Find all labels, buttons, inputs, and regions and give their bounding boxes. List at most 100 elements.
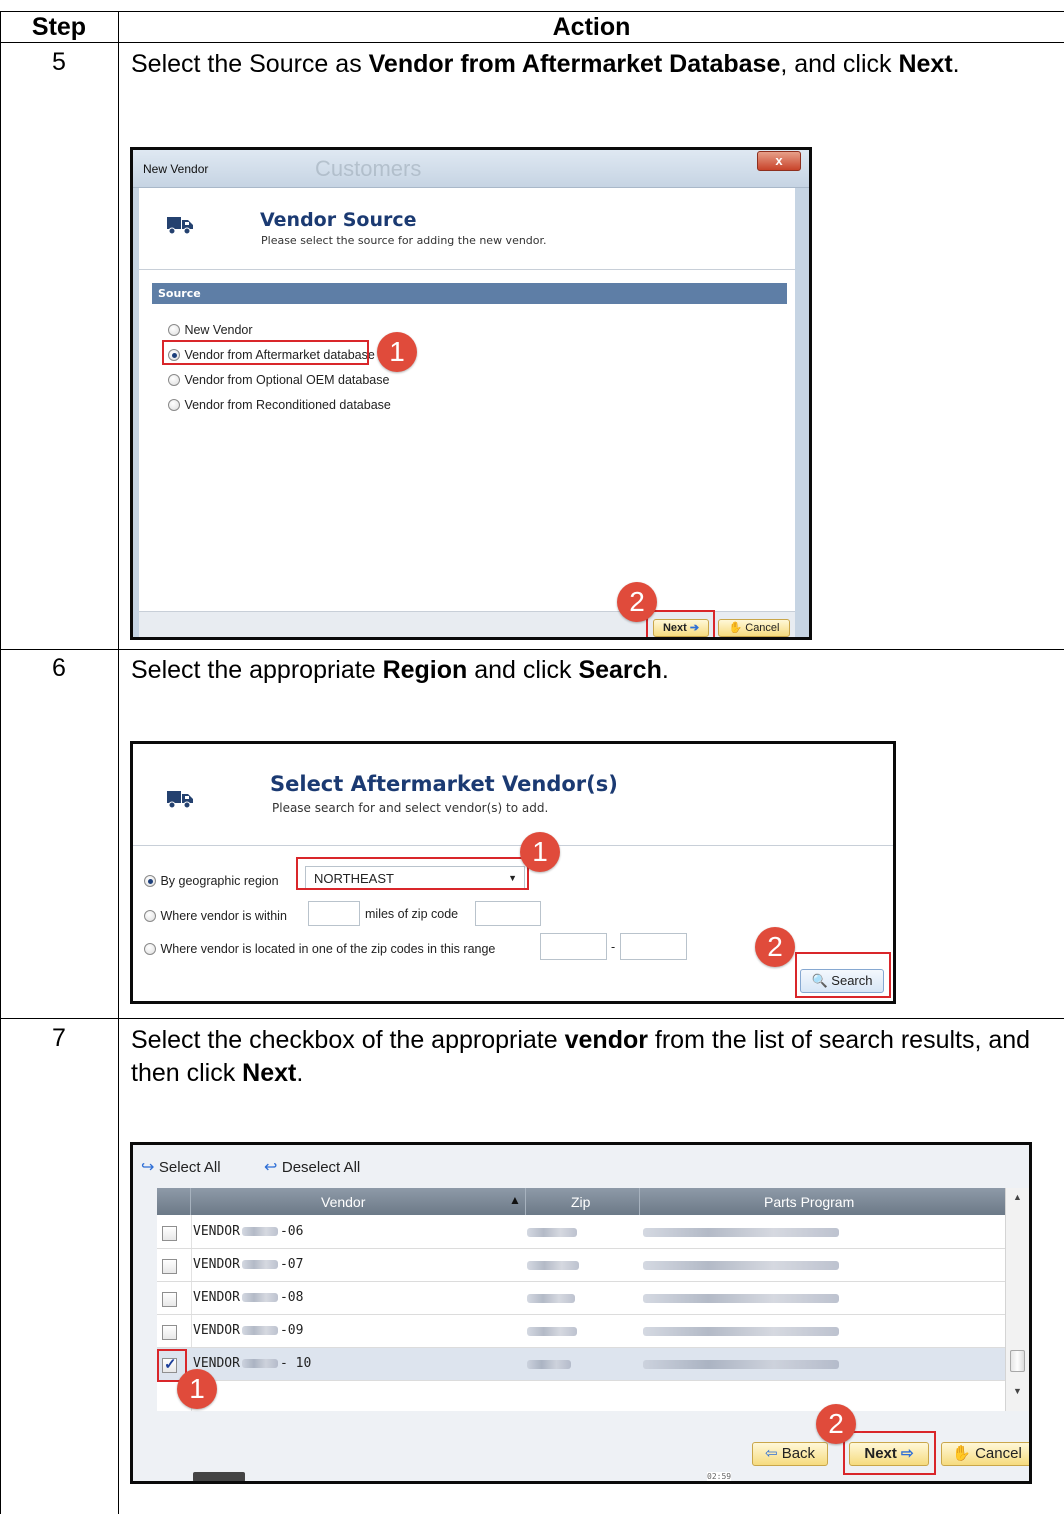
window-right-frame xyxy=(795,188,809,637)
option-label: Vendor from Optional OEM database xyxy=(184,373,390,387)
vertical-scrollbar[interactable]: ▲ ▼ xyxy=(1005,1188,1029,1411)
background-window-title: Customers xyxy=(315,156,422,181)
vendor-results-screenshot: ↪ Select All ↩ Deselect All Vendor ▲ Zip… xyxy=(130,1142,1032,1484)
option-label: Where vendor is within xyxy=(160,909,287,923)
radio-icon xyxy=(144,909,156,922)
step-7-text: Select the checkbox of the appropriate xyxy=(131,1026,565,1054)
radio-reconditioned[interactable]: Vendor from Reconditioned database xyxy=(168,396,391,414)
redacted-parts-program xyxy=(643,1360,839,1369)
redacted-text xyxy=(241,1227,278,1236)
dialog-title: Select Aftermarket Vendor(s) xyxy=(270,772,618,796)
step-number-7: 7 xyxy=(52,1024,66,1052)
dialog-subtitle: Please search for and select vendor(s) t… xyxy=(272,801,549,815)
callout-badge-1: 1 xyxy=(177,1369,217,1409)
highlight-aftermarket xyxy=(162,340,369,365)
step-6-text-mid: and click xyxy=(467,656,579,684)
deselect-all-icon: ↩ xyxy=(264,1159,278,1176)
zip-code-input[interactable] xyxy=(475,901,541,926)
vendor-prefix: VENDOR xyxy=(193,1257,240,1272)
vendor-prefix: VENDOR xyxy=(193,1224,240,1239)
zip-range-start-input[interactable] xyxy=(540,933,607,960)
table-row[interactable]: VENDOR -06 xyxy=(157,1216,1005,1249)
zip-range-end-input[interactable] xyxy=(620,933,687,960)
hand-icon: ✋ xyxy=(952,1445,971,1462)
redacted-zip xyxy=(527,1294,575,1303)
highlight-region xyxy=(296,857,529,890)
row-checkbox[interactable] xyxy=(162,1226,177,1241)
scroll-up-icon: ▲ xyxy=(1013,1192,1022,1202)
window-left-frame xyxy=(133,188,139,637)
header-action: Action xyxy=(552,13,631,41)
table-row[interactable]: VENDOR -08 xyxy=(157,1282,1005,1315)
highlight-next xyxy=(646,610,715,637)
row-checkbox[interactable] xyxy=(162,1259,177,1274)
grid-header: Vendor ▲ Zip Parts Program xyxy=(157,1188,1005,1215)
redacted-parts-program xyxy=(643,1294,839,1303)
row-checkbox[interactable] xyxy=(162,1325,177,1340)
miles-input[interactable] xyxy=(308,901,360,926)
radio-within-miles[interactable]: Where vendor is within xyxy=(144,907,287,925)
column-parts-program[interactable]: Parts Program xyxy=(764,1194,854,1210)
radio-optional-oem[interactable]: Vendor from Optional OEM database xyxy=(168,371,389,389)
callout-badge-1: 1 xyxy=(377,332,417,372)
callout-badge-1: 1 xyxy=(520,832,560,872)
redacted-zip xyxy=(527,1228,577,1237)
header-divider xyxy=(525,1188,526,1215)
dialog-title: Vendor Source xyxy=(260,209,417,231)
table-left-border xyxy=(0,11,1,1514)
video-control-bar xyxy=(193,1472,245,1481)
source-section-bar: Source xyxy=(152,283,787,304)
video-timestamp: 02:59 xyxy=(707,1472,732,1481)
table-row[interactable]: VENDOR -07 xyxy=(157,1249,1005,1282)
step-5-instruction: Select the Source as Vendor from Afterma… xyxy=(131,48,1051,81)
row5-bottom-border xyxy=(0,649,1064,650)
step-6-text: Select the appropriate xyxy=(131,656,383,684)
radio-by-region[interactable]: By geographic region xyxy=(144,872,279,890)
deselect-all-link[interactable]: ↩ Deselect All xyxy=(264,1157,360,1177)
back-button[interactable]: ⇦ Back xyxy=(752,1442,828,1466)
highlight-next xyxy=(843,1431,936,1475)
redacted-text xyxy=(241,1359,278,1368)
scroll-down-icon: ▼ xyxy=(1013,1386,1022,1396)
radio-new-vendor[interactable]: New Vendor xyxy=(168,321,253,339)
deselect-all-label: Deselect All xyxy=(281,1159,361,1176)
select-all-link[interactable]: ↪ Select All xyxy=(141,1157,221,1177)
step-number-5: 5 xyxy=(52,48,66,76)
range-dash: - xyxy=(611,940,616,954)
row6-bottom-border xyxy=(0,1018,1064,1019)
option-label: New Vendor xyxy=(184,323,253,337)
header-divider xyxy=(133,845,893,846)
vendor-suffix: -09 xyxy=(279,1323,304,1338)
redacted-text xyxy=(241,1260,278,1269)
header-check-column xyxy=(157,1188,191,1215)
header-divider xyxy=(639,1188,640,1215)
radio-icon xyxy=(168,398,180,411)
close-button[interactable]: x xyxy=(757,151,801,171)
cancel-button[interactable]: ✋ Cancel xyxy=(718,619,790,637)
redacted-text xyxy=(241,1293,278,1302)
radio-zip-range[interactable]: Where vendor is located in one of the zi… xyxy=(144,940,495,958)
source-section-label: Source xyxy=(158,287,201,300)
cancel-label: Cancel xyxy=(745,622,780,634)
column-vendor[interactable]: Vendor xyxy=(321,1194,365,1210)
cancel-button[interactable]: ✋ Cancel xyxy=(941,1442,1029,1466)
radio-icon xyxy=(144,942,156,955)
window-title: New Vendor xyxy=(143,162,209,176)
table-row[interactable]: VENDOR -09 xyxy=(157,1315,1005,1348)
step-7-bold-next: Next xyxy=(242,1059,297,1087)
step-6-instruction: Select the appropriate Region and click … xyxy=(131,654,1051,687)
vendor-name: VENDOR - 10 xyxy=(193,1356,311,1371)
step-5-bold-source: Vendor from Aftermarket Database xyxy=(368,50,781,78)
table-row-selected[interactable]: VENDOR- 10 xyxy=(157,1348,1005,1381)
radio-selected-icon xyxy=(144,874,156,887)
hand-icon: ✋ xyxy=(728,622,743,634)
close-icon: x xyxy=(775,153,783,168)
row-checkbox[interactable] xyxy=(162,1292,177,1307)
header-divider xyxy=(139,269,795,270)
truck-icon xyxy=(167,217,193,235)
scroll-thumb[interactable] xyxy=(1010,1350,1025,1372)
step-6-bold-region: Region xyxy=(382,656,468,684)
step-5-bold-next: Next xyxy=(898,50,953,78)
column-zip[interactable]: Zip xyxy=(571,1194,590,1210)
vendor-suffix: -08 xyxy=(279,1290,304,1305)
